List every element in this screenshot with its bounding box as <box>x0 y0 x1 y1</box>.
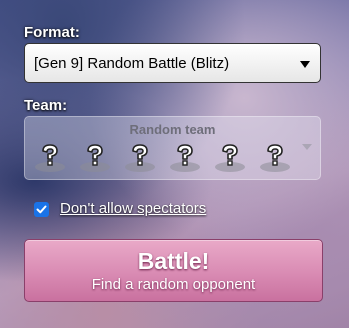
question-mark-pokemon-icon <box>78 143 112 173</box>
question-mark-pokemon-icon <box>33 143 67 173</box>
no-spectators-checkbox[interactable] <box>34 202 49 217</box>
question-mark-pokemon-icon <box>168 143 202 173</box>
checkmark-icon <box>36 205 47 214</box>
team-label: Team: <box>24 97 68 114</box>
battle-button-subtitle: Find a random opponent <box>91 276 256 293</box>
team-slots <box>33 143 292 173</box>
format-select[interactable]: [Gen 9] Random Battle (Blitz) <box>24 43 321 83</box>
team-title: Random team <box>129 122 216 137</box>
battle-button-title: Battle! <box>137 248 210 274</box>
team-chevron-down-icon <box>302 144 312 150</box>
format-selected-value: [Gen 9] Random Battle (Blitz) <box>34 54 230 72</box>
question-mark-pokemon-icon <box>258 143 292 173</box>
chevron-down-icon <box>300 61 310 68</box>
question-mark-pokemon-icon <box>123 143 157 173</box>
question-mark-pokemon-icon <box>213 143 247 173</box>
format-label: Format: <box>24 24 80 41</box>
no-spectators-label[interactable]: Don't allow spectators <box>60 200 206 217</box>
battle-button[interactable]: Battle! Find a random opponent <box>24 239 323 302</box>
team-select[interactable]: Random team <box>24 116 321 180</box>
